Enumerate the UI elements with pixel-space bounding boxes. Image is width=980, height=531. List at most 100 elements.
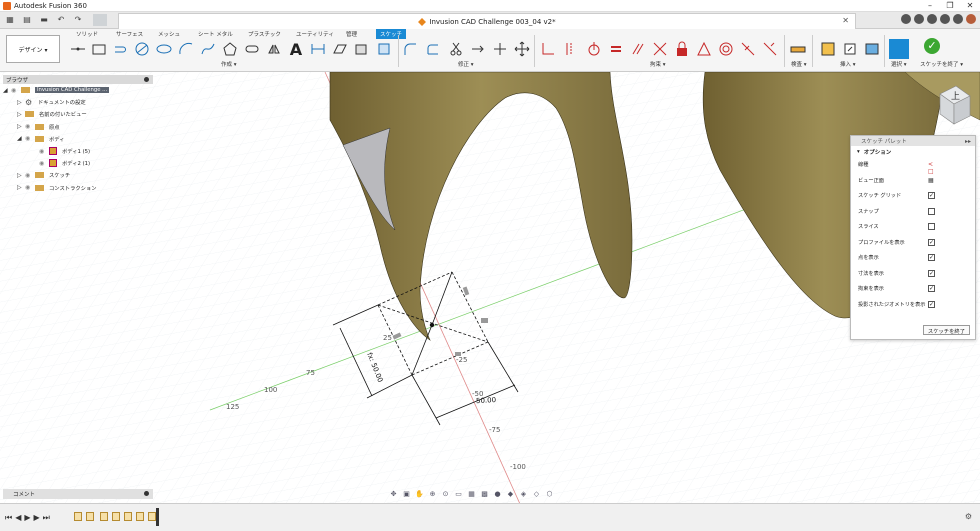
timeline-feature-revolve[interactable]	[112, 512, 120, 521]
timeline-playback-controls[interactable]: ⏮◀▶▶⏭	[5, 513, 53, 523]
palette-header[interactable]: スケッチ パレット ▸▸	[851, 136, 975, 146]
visibility-icon[interactable]: ◉	[25, 184, 35, 191]
tab-mesh[interactable]: メッシュ	[158, 30, 180, 38]
tab-sheet-metal[interactable]: シート メタル	[198, 30, 233, 38]
finish-sketch-button[interactable]: ✓	[917, 38, 947, 60]
insert-canvas-icon[interactable]	[864, 41, 880, 57]
smooth-constraint-icon[interactable]	[718, 41, 734, 57]
look-at-nav-icon[interactable]: ▣	[401, 490, 412, 499]
display-settings-icon[interactable]: ▭	[453, 490, 464, 499]
tab-plastic[interactable]: プラスチック	[248, 30, 281, 38]
tab-surface[interactable]: サーフェス	[116, 30, 143, 38]
insert-dxf-icon[interactable]	[842, 41, 858, 57]
comments-panel[interactable]: コメント	[3, 489, 153, 499]
polygon-tool-icon[interactable]	[222, 41, 238, 57]
shadow-icon[interactable]: ◇	[531, 490, 542, 499]
browser-item-sketches[interactable]: ▷ ◉ スケッチ	[3, 169, 153, 181]
expand-icon[interactable]: ◢	[3, 87, 11, 94]
timeline-feature-sketch[interactable]	[124, 512, 132, 521]
text-tool-icon[interactable]: A	[288, 40, 304, 59]
trim-tool-icon[interactable]	[448, 41, 464, 57]
offset-tool-icon[interactable]	[376, 41, 392, 57]
spline-tool-icon[interactable]	[200, 41, 216, 57]
browser-item-bodies[interactable]: ◢ ◉ ボディ	[3, 133, 153, 145]
orbit-icon[interactable]: ✥	[388, 490, 399, 499]
maximize-button[interactable]: ❐	[940, 0, 960, 12]
sketch-plane-tool-icon[interactable]	[354, 41, 370, 57]
browser-item-named-views[interactable]: ▷ 名前の付いたビュー	[3, 108, 153, 120]
browser-pin-icon[interactable]	[144, 77, 149, 82]
measure-tool-icon[interactable]	[790, 41, 806, 57]
line-tool-icon[interactable]	[70, 41, 86, 57]
browser-item-origin[interactable]: ▷ ◉ 原点	[3, 121, 153, 133]
tab-manage[interactable]: 管理	[346, 30, 357, 38]
constraints-checkbox[interactable]: ✓	[928, 285, 935, 292]
expand-icon[interactable]: ▷	[17, 123, 25, 130]
notification-icon[interactable]	[940, 14, 950, 24]
browser-header[interactable]: ブラウザ	[3, 75, 153, 84]
grid-settings-icon[interactable]: ▦	[466, 490, 477, 499]
visibility-icon[interactable]: ◉	[39, 148, 49, 155]
timeline-feature-sketch[interactable]	[100, 512, 108, 521]
viewports-icon[interactable]: ▩	[479, 490, 490, 499]
symmetry-constraint-icon[interactable]	[740, 41, 756, 57]
constraints-group-label[interactable]: 拘束 ▾	[650, 60, 666, 68]
project-tool-icon[interactable]	[332, 41, 348, 57]
user-avatar[interactable]	[966, 14, 976, 24]
expand-icon[interactable]: ▷	[17, 111, 25, 118]
visibility-icon[interactable]: ◉	[25, 135, 35, 142]
add-tab-icon[interactable]	[901, 14, 911, 24]
timeline-feature-sketch[interactable]	[74, 512, 82, 521]
finish-sketch-label[interactable]: スケッチを終了 ▾	[920, 60, 963, 68]
projected-geometry-checkbox[interactable]: ✓	[928, 300, 935, 308]
dimensions-checkbox[interactable]: ✓	[928, 269, 935, 277]
insert-group-label[interactable]: 挿入 ▾	[840, 60, 856, 68]
expand-icon[interactable]: ▷	[17, 184, 25, 191]
expand-icon[interactable]: ▷	[17, 99, 25, 106]
zoom-window-icon[interactable]: ⊙	[440, 490, 451, 499]
slice-checkbox[interactable]	[928, 223, 935, 230]
timeline-settings-icon[interactable]: ⚙	[965, 512, 972, 521]
minimize-button[interactable]: –	[920, 0, 940, 12]
workspace-switcher[interactable]: デザイン ▾	[6, 35, 60, 63]
rectangle-tool-icon[interactable]	[91, 41, 107, 57]
grid-menu-icon[interactable]: ▦	[3, 14, 17, 26]
points-checkbox[interactable]: ✓	[928, 254, 935, 261]
visibility-icon[interactable]: ◉	[25, 123, 35, 130]
profile-checkbox[interactable]: ✓	[928, 238, 935, 246]
home-icon[interactable]	[93, 14, 107, 26]
visual-style-icon[interactable]: ◆	[505, 490, 516, 499]
break-tool-icon[interactable]	[492, 41, 508, 57]
palette-options-section[interactable]: ▾ オプション	[851, 146, 975, 157]
effects-icon[interactable]: ⬡	[544, 490, 555, 499]
collapse-icon[interactable]: ◢	[17, 135, 25, 142]
close-tab-icon[interactable]: ✕	[842, 16, 849, 25]
save-icon[interactable]: ▬	[37, 14, 51, 26]
extend-tool-icon[interactable]	[470, 41, 486, 57]
look-at-icon[interactable]: ▦	[928, 177, 938, 184]
help-icon[interactable]	[953, 14, 963, 24]
browser-item-settings[interactable]: ▷ ⚙ ドキュメントの設定	[3, 96, 153, 108]
offset-curve-tool-icon[interactable]	[424, 41, 440, 57]
timeline-feature-loft[interactable]	[136, 512, 144, 521]
expand-icon[interactable]: ▷	[17, 172, 25, 179]
visibility-icon[interactable]: ◉	[11, 87, 21, 94]
inspect-group-label[interactable]: 検査 ▾	[791, 60, 807, 68]
section-icon[interactable]: ◈	[518, 490, 529, 499]
midpoint-constraint-icon[interactable]	[762, 41, 778, 57]
timeline-marker[interactable]	[156, 508, 159, 526]
timeline-feature-sketch[interactable]	[148, 512, 156, 521]
visibility-icon[interactable]: ◉	[39, 160, 49, 167]
equal-constraint-icon[interactable]	[608, 41, 624, 57]
clock-icon[interactable]	[927, 14, 937, 24]
zoom-icon[interactable]: ⊕	[427, 490, 438, 499]
browser-item-body1[interactable]: ◉ ボディ1 (5)	[3, 145, 153, 157]
comments-pin-icon[interactable]	[144, 491, 149, 496]
select-group-label[interactable]: 選択 ▾	[891, 60, 907, 68]
select-tool-icon[interactable]	[889, 39, 909, 59]
fix-constraint-icon[interactable]	[674, 41, 690, 57]
coincident-constraint-icon[interactable]	[540, 41, 556, 57]
expand-panel-icon[interactable]: ▸▸	[965, 138, 971, 145]
modify-group-label[interactable]: 修正 ▾	[458, 60, 474, 68]
arc-tool-icon[interactable]	[178, 41, 194, 57]
